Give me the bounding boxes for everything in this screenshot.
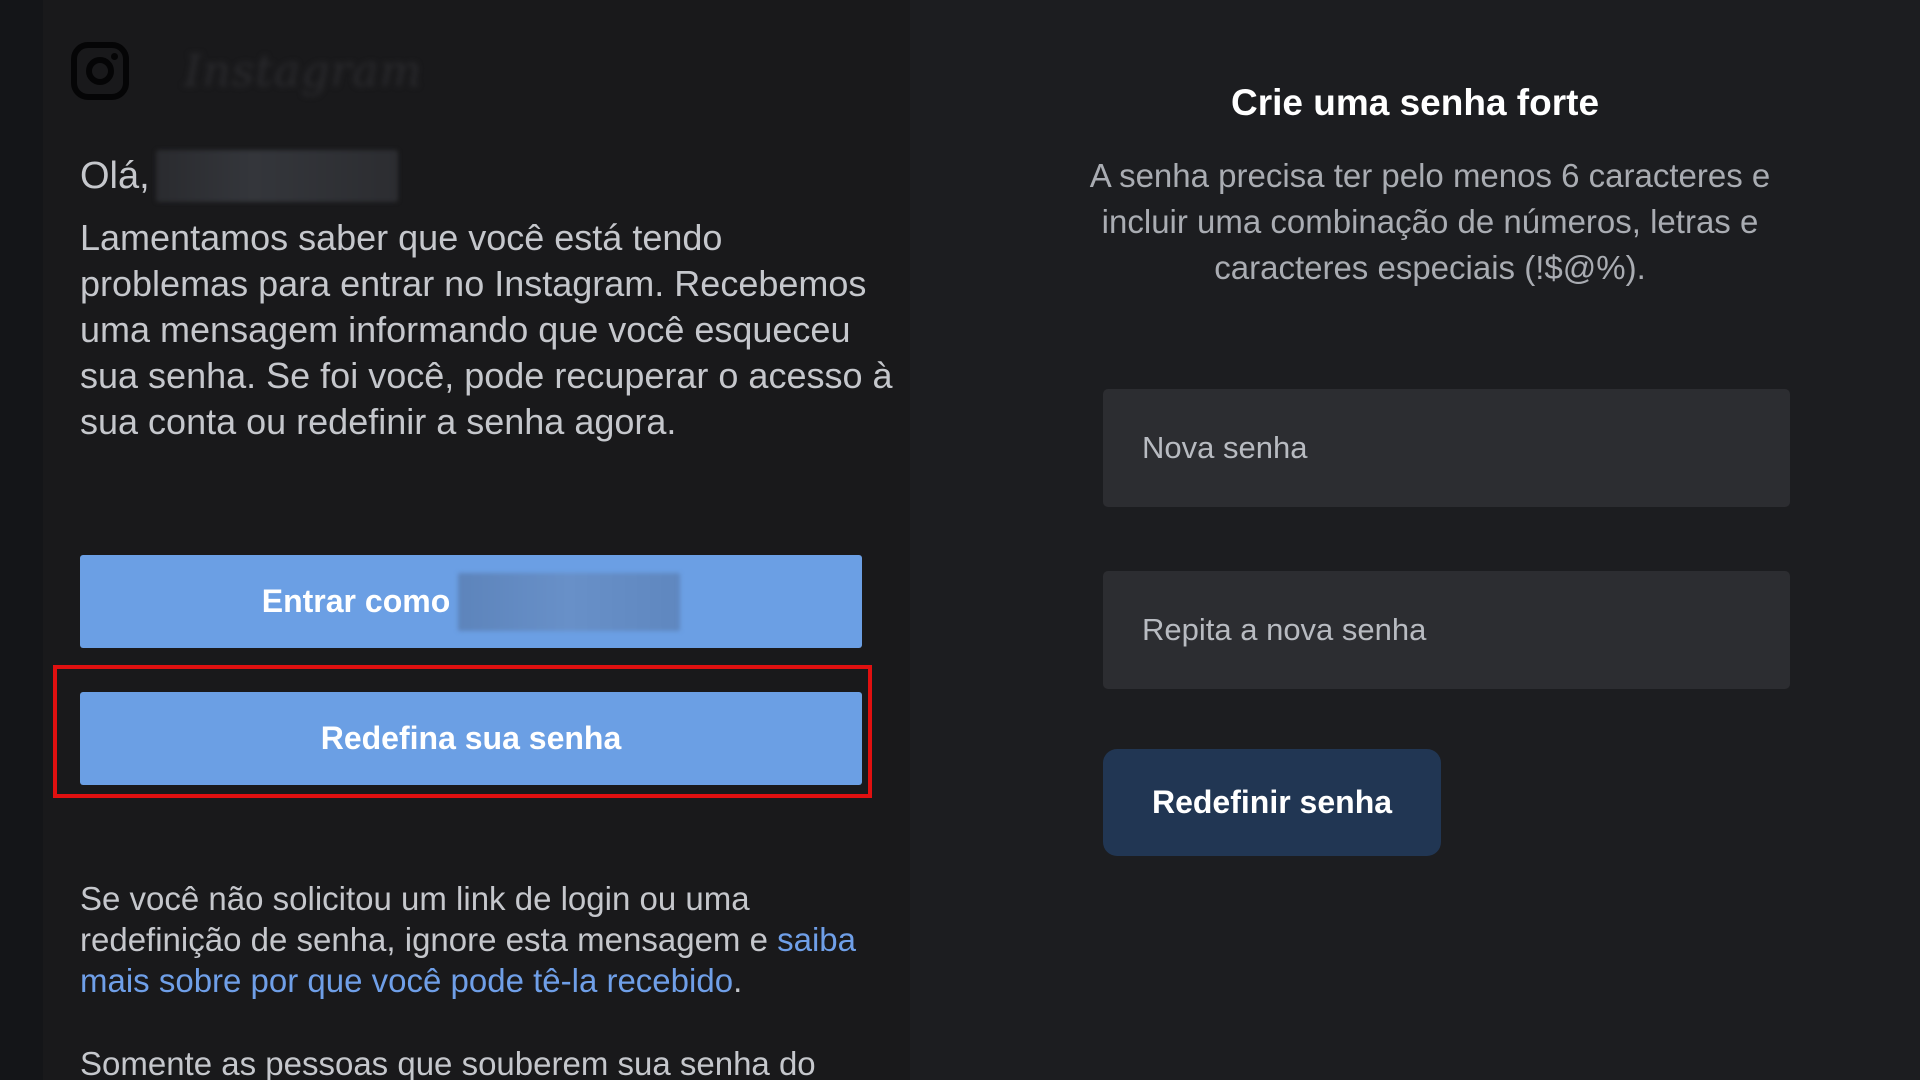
new-password-input[interactable] — [1103, 389, 1790, 507]
submit-reset-button[interactable]: Redefinir senha — [1103, 749, 1441, 856]
email-panel: Instagram Olá, Lamentamos saber que você… — [43, 0, 910, 1080]
reset-description: A senha precisa ter pelo menos 6 caracte… — [1089, 157, 1771, 286]
disclaimer-text: Se você não solicitou um link de login o… — [80, 880, 768, 958]
email-message: Lamentamos saber que você está tendo pro… — [80, 217, 893, 442]
reset-password-button[interactable]: Redefina sua senha — [80, 692, 862, 785]
greeting: Olá, — [80, 150, 398, 202]
reset-title: Crie uma senha forte — [1230, 82, 1600, 123]
login-as-button[interactable]: Entrar como — [80, 555, 862, 648]
footer-text: Somente as pessoas que souberem sua senh… — [80, 1045, 816, 1080]
instagram-wordmark: Instagram — [184, 45, 423, 97]
redacted-username-button — [458, 572, 681, 631]
redacted-username — [155, 150, 398, 202]
repeat-password-input[interactable] — [1103, 571, 1790, 689]
reset-panel: Crie uma senha forte A senha precisa ter… — [910, 0, 1920, 1080]
disclaimer-end: . — [733, 962, 743, 999]
instagram-logo-icon — [71, 42, 129, 100]
greeting-text: Olá, — [80, 154, 150, 197]
login-as-label: Entrar como — [261, 583, 451, 619]
logo-row: Instagram — [70, 38, 422, 104]
left-gutter — [0, 0, 43, 1080]
disclaimer: Se você não solicitou um link de login o… — [80, 878, 900, 1001]
